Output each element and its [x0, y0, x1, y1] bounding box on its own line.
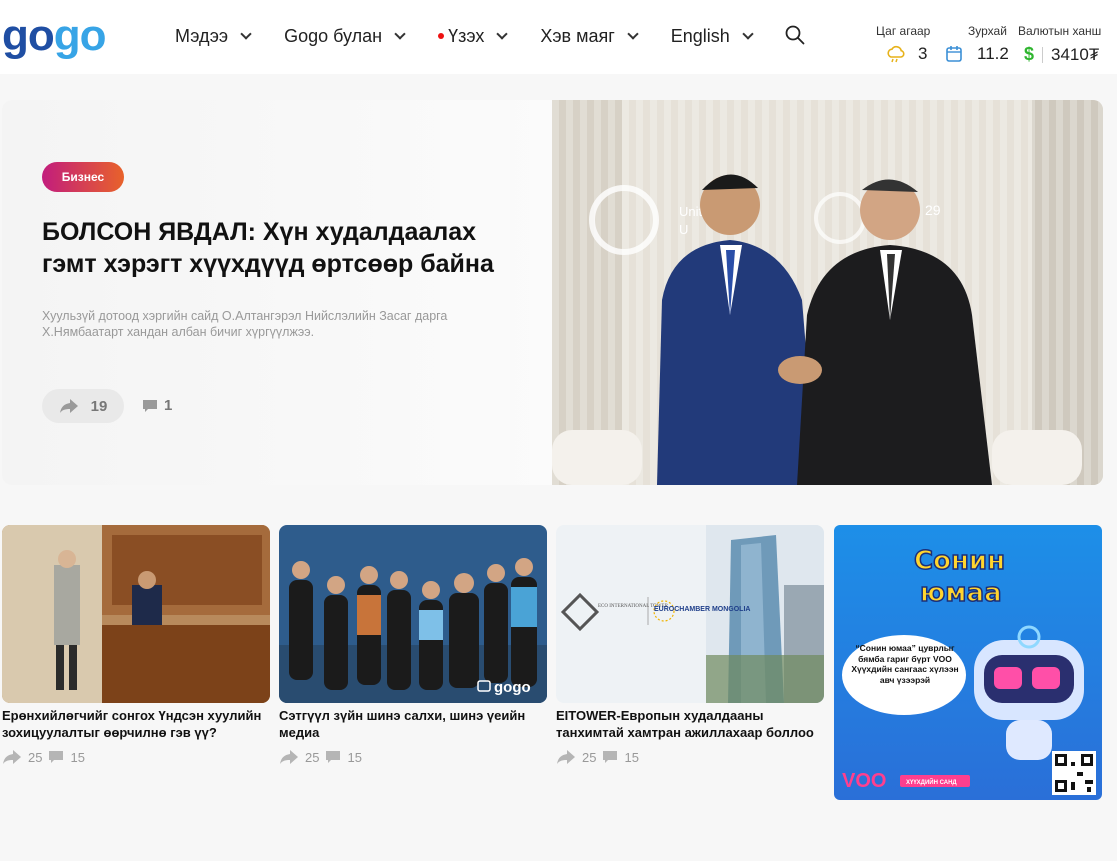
featured-article: Бизнес БОЛСОН ЯВДАЛ: Хүн худалдаалах гэм… [2, 100, 1103, 485]
comment-count: 15 [624, 749, 639, 765]
site-header: gogo Мэдээ Gogo булан Үзэх Хэв маяг Engl… [0, 0, 1117, 74]
astrology-label: Зурхай [968, 24, 1007, 38]
handshake-photo: Unit U 29 [552, 100, 1103, 485]
article-card: Ерөнхийлөгчийг сонгох Үндсэн хуулийн зох… [2, 525, 270, 765]
nav-item-news[interactable]: Мэдээ [175, 24, 252, 48]
comment-icon [143, 399, 157, 412]
weather-cloud-icon [887, 45, 905, 63]
parliament-photo [2, 525, 270, 703]
share-count: 25 [305, 749, 320, 765]
currency-widget[interactable]: $ 3410₮ [1024, 44, 1099, 65]
ad-brand-voo: VOO [842, 770, 886, 792]
logo-part2: go [53, 11, 107, 60]
article-title[interactable]: Сэтгүүл зүйн шинэ салхи, шинэ үеийн меди… [279, 708, 547, 741]
comment-count-value: 1 [164, 397, 173, 414]
comment-icon[interactable] [48, 750, 64, 764]
chevron-down-icon [394, 28, 406, 40]
svg-text:29: 29 [925, 202, 941, 218]
brand-eurochamber: EUROCHAMBER MONGOLIA [654, 606, 750, 613]
share-arrow-icon[interactable] [556, 749, 576, 765]
comment-icon[interactable] [325, 750, 341, 764]
astrology-value: 11.2 [977, 44, 1009, 63]
comment-count: 15 [347, 749, 362, 765]
comment-count[interactable]: 1 [142, 397, 172, 414]
ad-artwork: Сонин юмаа “Сонин юмаа” цуврлыг бямба га… [834, 525, 1102, 800]
gogo-logo[interactable]: gogo [2, 11, 107, 60]
nav-label: English [670, 25, 730, 46]
share-count: 19 [90, 397, 108, 415]
live-dot-icon [438, 33, 445, 39]
ad-title-line2: юмаа [920, 578, 1002, 608]
ad-bubble-text: “Сонин юмаа” цуврлыг бямба гариг бүрт VO… [851, 643, 959, 685]
article-image[interactable]: ECO INTERNATIONAL TOWER EUROCHAMBER MONG… [556, 525, 824, 703]
chevron-down-icon [496, 28, 508, 40]
currency-label: Валютын ханш [1018, 24, 1102, 38]
share-count: 25 [582, 749, 597, 765]
nav-item-lifestyle[interactable]: Хэв маяг [540, 24, 639, 48]
nav-item-english[interactable]: English [670, 24, 754, 48]
nav-item-gogo-corner[interactable]: Gogo булан [284, 24, 406, 48]
tower-photo: ECO INTERNATIONAL TOWER EUROCHAMBER MONG… [556, 525, 824, 703]
logo-part1: go [2, 11, 55, 60]
nav-label: Хэв маяг [540, 25, 615, 46]
nav-item-watch[interactable]: Үзэх [438, 24, 508, 48]
featured-title[interactable]: БОЛСОН ЯВДАЛ: Хүн худалдаалах гэмт хэрэг… [42, 216, 522, 280]
article-card: gogo Сэтгүүл зүйн шинэ салхи, шинэ үеийн… [279, 525, 547, 765]
chevron-down-icon [627, 28, 639, 40]
article-title[interactable]: EITOWER-Европын худалдааны танхимтай хам… [556, 708, 824, 741]
astrology-widget[interactable]: 11.2 [945, 44, 1009, 64]
search-icon[interactable] [785, 25, 805, 45]
chevron-down-icon [240, 28, 252, 40]
share-button[interactable]: 19 [42, 389, 124, 423]
calendar-icon [946, 46, 962, 62]
ad-title-line1: Сонин [914, 546, 1005, 576]
team-photo: gogo [279, 525, 547, 703]
share-count: 25 [28, 749, 43, 765]
currency-value: 3410₮ [1051, 44, 1100, 64]
share-arrow-icon[interactable] [2, 749, 22, 765]
share-arrow-icon[interactable] [279, 749, 299, 765]
featured-image[interactable]: Unit U 29 [552, 100, 1103, 485]
share-arrow-icon [59, 399, 78, 413]
article-meta: 25 15 [2, 749, 270, 765]
gogo-watermark: gogo [494, 679, 531, 696]
article-image[interactable]: gogo [279, 525, 547, 703]
featured-article-text: Бизнес БОЛСОН ЯВДАЛ: Хүн худалдаалах гэм… [2, 100, 552, 485]
comment-count: 15 [70, 749, 85, 765]
article-meta: 25 15 [556, 749, 824, 765]
ad-banner[interactable]: Сонин юмаа “Сонин юмаа” цуврлыг бямба га… [834, 525, 1102, 800]
weather-value: 3 [918, 44, 928, 63]
category-badge[interactable]: Бизнес [42, 162, 124, 192]
article-image[interactable] [2, 525, 270, 703]
main-nav: Мэдээ Gogo булан Үзэх Хэв маяг English [175, 24, 786, 48]
sign-text: Unit [679, 204, 703, 219]
article-meta: 25 15 [279, 749, 547, 765]
nav-label: Үзэх [448, 25, 485, 46]
comment-icon[interactable] [602, 750, 618, 764]
nav-label: Gogo булан [284, 25, 383, 46]
featured-description: Хуульзүй дотоод хэргийн сайд О.Алтангэрэ… [42, 309, 448, 339]
nav-label: Мэдээ [175, 25, 229, 46]
divider [1042, 46, 1044, 63]
article-card: ECO INTERNATIONAL TOWER EUROCHAMBER MONG… [556, 525, 824, 765]
chevron-down-icon [742, 28, 754, 40]
ad-footer: ХҮҮХДИЙН САНД [906, 778, 957, 786]
dollar-icon: $ [1024, 44, 1035, 64]
weather-label: Цаг агаар [876, 24, 931, 38]
article-title[interactable]: Ерөнхийлөгчийг сонгох Үндсэн хуулийн зох… [2, 708, 270, 741]
svg-text:U: U [679, 222, 688, 237]
weather-widget[interactable]: 3 [886, 44, 927, 64]
